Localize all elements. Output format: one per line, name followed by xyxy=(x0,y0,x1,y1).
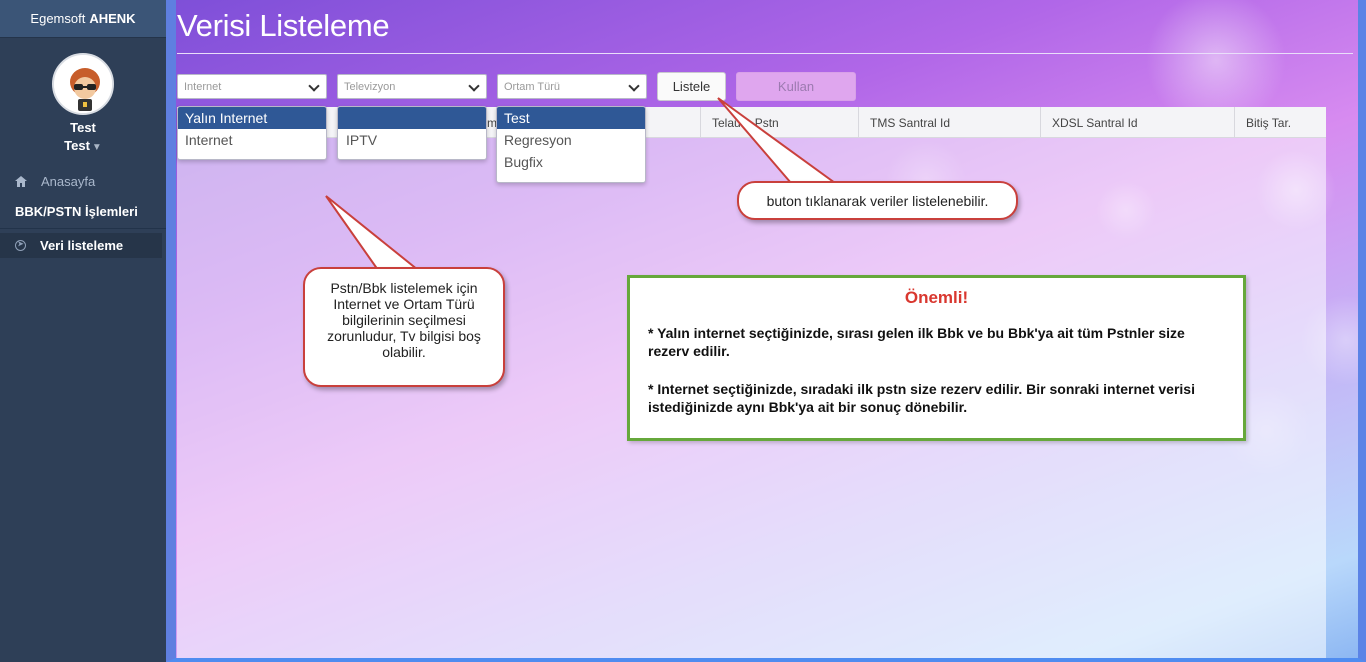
callout-filter-hint-text: Pstn/Bbk listelemek için Internet ve Ort… xyxy=(327,280,481,360)
brand-name: AHENK xyxy=(89,11,136,26)
important-notice: Önemli! * Yalın internet seçtiğinizde, s… xyxy=(627,275,1246,441)
sidebar-item-veri-listeleme[interactable]: ➤ Veri listeleme xyxy=(0,233,162,258)
callout-tail-filter xyxy=(325,195,421,271)
user-role: Test xyxy=(64,138,90,153)
sidebar-section-bbk-pstn[interactable]: BBK/PSTN İşlemleri xyxy=(15,204,138,219)
sidebar-item-home-label: Anasayfa xyxy=(41,174,96,189)
home-icon xyxy=(15,176,27,187)
callout-button-hint-text: buton tıklanarak veriler listelenebilir. xyxy=(766,192,989,209)
brand[interactable]: Egemsoft AHENK xyxy=(0,0,166,38)
circle-arrow-icon: ➤ xyxy=(15,240,26,251)
callout-filter-hint: Pstn/Bbk listelemek için Internet ve Ort… xyxy=(303,267,505,387)
notice-line-2: * Internet seçtiğinizde, sıradaki ilk ps… xyxy=(648,381,1195,415)
callout-tail-button xyxy=(717,97,839,184)
avatar[interactable] xyxy=(52,53,114,115)
callout-button-hint: buton tıklanarak veriler listelenebilir. xyxy=(737,181,1018,220)
sidebar-item-label: Veri listeleme xyxy=(40,238,124,253)
notice-title: Önemli! xyxy=(904,288,969,307)
user-name: Test xyxy=(70,120,96,135)
sidebar: Egemsoft AHENK Test Test ▼ Anasayfa BBK/P… xyxy=(0,0,166,662)
notice-line-1: * Yalın internet seçtiğinizde, sırası ge… xyxy=(648,325,1185,359)
sidebar-item-home[interactable]: Anasayfa xyxy=(15,174,95,189)
chevron-down-icon: ▼ xyxy=(91,142,102,153)
main-content: Verisi Listeleme m Telaura Pstn TMS Sant… xyxy=(166,0,1366,662)
user-avatar-icon xyxy=(54,55,112,113)
user-role-dropdown[interactable]: Test ▼ xyxy=(0,138,166,153)
brand-prefix: Egemsoft xyxy=(30,11,86,26)
divider xyxy=(0,228,166,229)
